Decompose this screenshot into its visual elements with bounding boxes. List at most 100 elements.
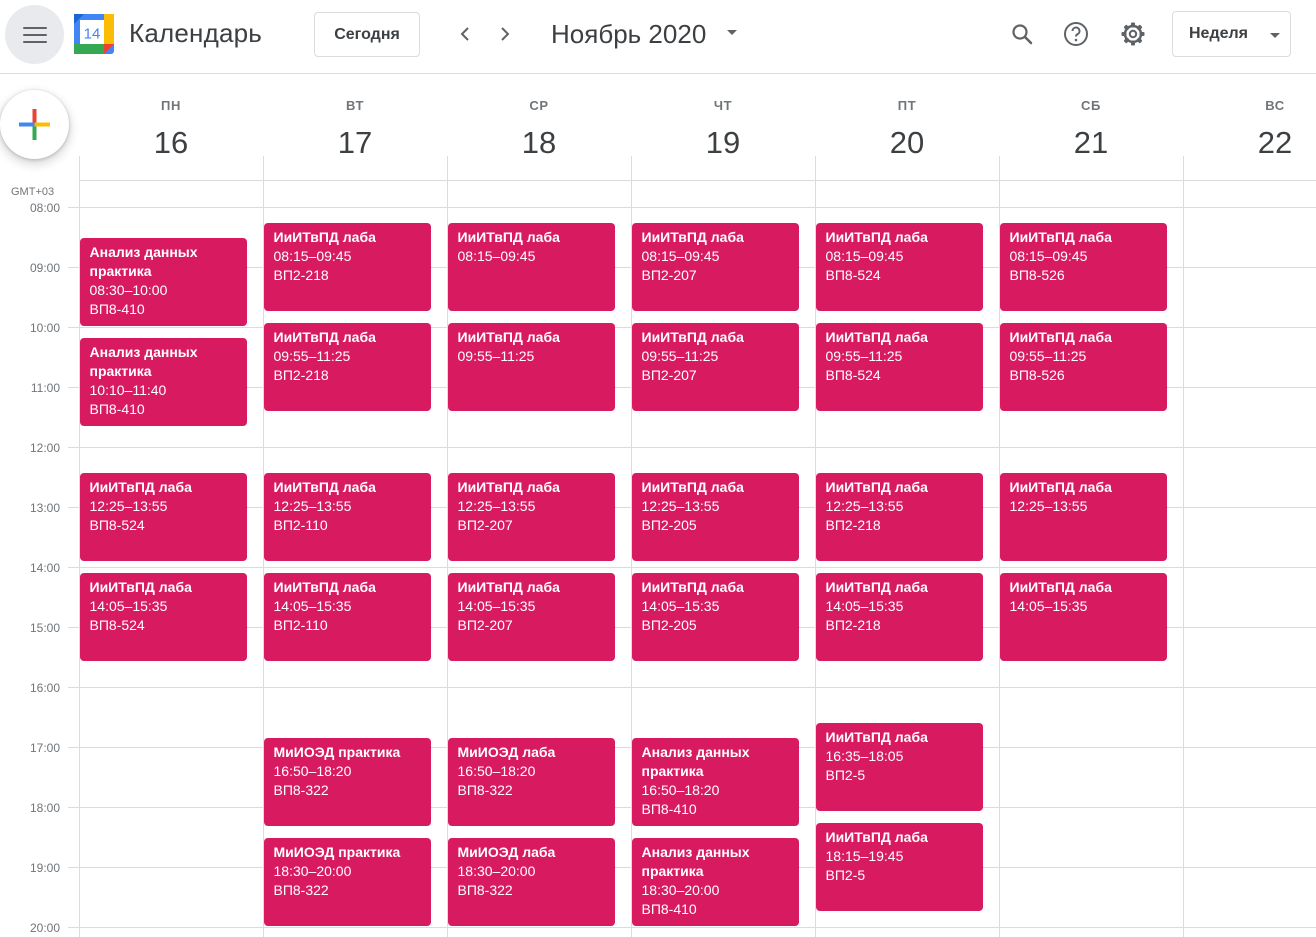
event-room: ВП8-410 bbox=[641, 900, 697, 917]
search-button[interactable] bbox=[1000, 12, 1044, 56]
calendar-event[interactable]: ИиИТвПД лаба 09:55–11:25 ВП2-207 bbox=[631, 322, 799, 411]
event-time: 12:25–13:55 bbox=[825, 497, 904, 514]
previous-week-button[interactable] bbox=[447, 16, 483, 52]
calendar-event[interactable]: ИиИТвПД лаба 12:25–13:55 bbox=[999, 472, 1167, 561]
calendar-event[interactable]: ИиИТвПД лаба 09:55–11:25 ВП8-526 bbox=[999, 322, 1167, 411]
calendar-event[interactable]: Анализ данных практика 16:50–18:20 ВП8-410 bbox=[631, 737, 799, 826]
month-title[interactable]: Ноябрь 2020 bbox=[551, 19, 706, 50]
day-header[interactable]: ВТ 17 bbox=[263, 74, 447, 180]
event-time: 10:10–11:40 bbox=[89, 381, 167, 398]
day-number[interactable]: 17 bbox=[263, 125, 447, 161]
event-room: ВП2-205 bbox=[641, 616, 697, 633]
event-time: 12:25–13:55 bbox=[457, 497, 536, 514]
calendar-event[interactable]: ИиИТвПД лаба 12:25–13:55 ВП2-205 bbox=[631, 472, 799, 561]
event-room: ВП2-5 bbox=[825, 866, 866, 883]
event-time: 14:05–15:35 bbox=[273, 597, 352, 614]
day-number[interactable]: 16 bbox=[79, 125, 263, 161]
main-menu-button[interactable] bbox=[5, 5, 64, 64]
hour-label: 15:00 bbox=[29, 621, 60, 635]
event-title: ИиИТвПД лаба bbox=[457, 328, 560, 345]
calendar-event[interactable]: МиИОЭД практика 16:50–18:20 ВП8-322 bbox=[263, 737, 431, 826]
event-title: ИиИТвПД лаба bbox=[641, 578, 744, 595]
day-header[interactable]: ВС 22 bbox=[1183, 74, 1316, 180]
calendar-event[interactable]: Анализ данных практика 08:30–10:00 ВП8-410 bbox=[79, 237, 247, 326]
event-time: 18:15–19:45 bbox=[825, 847, 904, 864]
day-of-week: СР bbox=[529, 98, 549, 113]
event-time: 08:15–09:45 bbox=[1009, 247, 1088, 264]
calendar-event[interactable]: ИиИТвПД лаба 08:15–09:45 ВП2-207 bbox=[631, 222, 799, 311]
app-title: Календарь bbox=[129, 18, 263, 48]
day-header[interactable]: ЧТ 19 bbox=[631, 74, 815, 180]
week-grid[interactable]: 08:00 09:00 10:00 11:00 12:00 13:00 14:00 15:00… bbox=[0, 181, 1316, 937]
calendar-event[interactable]: ИиИТвПД лаба 08:15–09:45 bbox=[447, 222, 615, 311]
event-room: ВП8-410 bbox=[89, 400, 145, 417]
calendar-event[interactable]: ИиИТвПД лаба 14:05–15:35 ВП2-207 bbox=[447, 572, 615, 661]
day-number[interactable]: 19 bbox=[631, 125, 815, 161]
day-number[interactable]: 18 bbox=[447, 125, 631, 161]
calendar-event[interactable]: ИиИТвПД лаба 14:05–15:35 ВП2-110 bbox=[263, 572, 431, 661]
calendar-event[interactable]: Анализ данных практика 10:10–11:40 ВП8-410 bbox=[79, 337, 247, 426]
calendar-event[interactable]: ИиИТвПД лаба 16:35–18:05 ВП2-5 bbox=[815, 722, 983, 811]
today-button[interactable]: Сегодня bbox=[314, 12, 420, 57]
help-icon bbox=[1064, 22, 1088, 46]
month-dropdown-icon[interactable] bbox=[727, 30, 737, 35]
help-button[interactable] bbox=[1054, 12, 1098, 56]
calendar-event[interactable]: ИиИТвПД лаба 08:15–09:45 ВП2-218 bbox=[263, 222, 431, 311]
hour-label: 12:00 bbox=[29, 441, 60, 455]
event-time: 09:55–11:25 bbox=[641, 347, 719, 364]
event-time: 14:05–15:35 bbox=[457, 597, 536, 614]
event-time: 14:05–15:35 bbox=[1009, 597, 1088, 614]
calendar-event[interactable]: ИиИТвПД лаба 12:25–13:55 ВП2-218 bbox=[815, 472, 983, 561]
calendar-event[interactable]: ИиИТвПД лаба 14:05–15:35 bbox=[999, 572, 1167, 661]
view-select[interactable]: Неделя bbox=[1172, 11, 1291, 57]
day-number[interactable]: 22 bbox=[1183, 125, 1316, 161]
calendar-event[interactable]: ИиИТвПД лаба 12:25–13:55 ВП2-110 bbox=[263, 472, 431, 561]
event-room: ВП8-410 bbox=[89, 300, 145, 317]
calendar-event[interactable]: ИиИТвПД лаба 12:25–13:55 ВП8-524 bbox=[79, 472, 247, 561]
calendar-event[interactable]: ИиИТвПД лаба 08:15–09:45 ВП8-524 bbox=[815, 222, 983, 311]
calendar-event[interactable]: ИиИТвПД лаба 09:55–11:25 ВП2-218 bbox=[263, 322, 431, 411]
event-room: ВП2-218 bbox=[825, 516, 881, 533]
hour-gridline bbox=[68, 927, 1316, 928]
event-title: МиИОЭД лаба bbox=[457, 743, 556, 760]
event-time: 09:55–11:25 bbox=[1009, 347, 1087, 364]
day-header[interactable]: ПН 16 bbox=[79, 74, 263, 180]
calendar-event[interactable]: Анализ данных практика 18:30–20:00 ВП8-410 bbox=[631, 837, 799, 926]
event-title: ИиИТвПД лаба bbox=[457, 478, 560, 495]
settings-button[interactable] bbox=[1111, 12, 1155, 56]
event-time: 14:05–15:35 bbox=[641, 597, 720, 614]
day-header-separator bbox=[631, 156, 632, 180]
event-title: ИиИТвПД лаба bbox=[1009, 228, 1112, 245]
calendar-event[interactable]: ИиИТвПД лаба 12:25–13:55 ВП2-207 bbox=[447, 472, 615, 561]
event-title: Анализ данных практика bbox=[641, 843, 750, 879]
day-header[interactable]: СБ 21 bbox=[999, 74, 1183, 180]
calendar-event[interactable]: МиИОЭД лаба 18:30–20:00 ВП8-322 bbox=[447, 837, 615, 926]
calendar-logo: 14 bbox=[74, 14, 114, 54]
next-week-button[interactable] bbox=[487, 16, 523, 52]
event-room: ВП2-207 bbox=[641, 366, 697, 383]
calendar-event[interactable]: ИиИТвПД лаба 14:05–15:35 ВП2-205 bbox=[631, 572, 799, 661]
calendar-event[interactable]: МиИОЭД практика 18:30–20:00 ВП8-322 bbox=[263, 837, 431, 926]
calendar-event[interactable]: ИиИТвПД лаба 09:55–11:25 bbox=[447, 322, 615, 411]
calendar-event[interactable]: ИиИТвПД лаба 18:15–19:45 ВП2-5 bbox=[815, 822, 983, 911]
hour-gridline bbox=[68, 567, 1316, 568]
event-room: ВП8-526 bbox=[1009, 266, 1065, 283]
event-time: 12:25–13:55 bbox=[273, 497, 352, 514]
event-time: 14:05–15:35 bbox=[89, 597, 168, 614]
day-header[interactable]: ПТ 20 bbox=[815, 74, 999, 180]
event-room: ВП8-524 bbox=[89, 616, 145, 633]
event-room: ВП8-526 bbox=[1009, 366, 1065, 383]
menu-icon bbox=[22, 26, 47, 43]
logo-day-number: 14 bbox=[84, 26, 101, 43]
create-event-button[interactable] bbox=[0, 90, 69, 159]
calendar-event[interactable]: ИиИТвПД лаба 08:15–09:45 ВП8-526 bbox=[999, 222, 1167, 311]
calendar-event[interactable]: ИиИТвПД лаба 14:05–15:35 ВП2-218 bbox=[815, 572, 983, 661]
event-time: 09:55–11:25 bbox=[457, 347, 535, 364]
calendar-event[interactable]: МиИОЭД лаба 16:50–18:20 ВП8-322 bbox=[447, 737, 615, 826]
day-number[interactable]: 20 bbox=[815, 125, 999, 161]
day-number[interactable]: 21 bbox=[999, 125, 1183, 161]
hour-label: 19:00 bbox=[29, 861, 60, 875]
calendar-event[interactable]: ИиИТвПД лаба 14:05–15:35 ВП8-524 bbox=[79, 572, 247, 661]
calendar-event[interactable]: ИиИТвПД лаба 09:55–11:25 ВП8-524 bbox=[815, 322, 983, 411]
day-header[interactable]: СР 18 bbox=[447, 74, 631, 180]
